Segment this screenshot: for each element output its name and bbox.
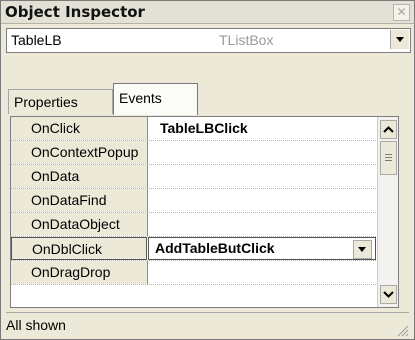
component-selector-dropdown-button[interactable] <box>390 30 409 49</box>
event-handler-cell[interactable] <box>148 261 376 284</box>
event-name: OnDblClick <box>32 241 103 257</box>
component-name: TableLB <box>11 32 62 48</box>
component-class: TListBox <box>219 32 274 48</box>
event-name: OnContextPopup <box>31 144 139 160</box>
close-button[interactable]: ✕ <box>393 4 410 21</box>
event-handler-cell[interactable] <box>148 189 376 212</box>
event-row-ondragdrop[interactable]: OnDragDrop <box>11 261 398 285</box>
tab-events[interactable]: Events <box>113 83 198 115</box>
event-row-oncontextpopup[interactable]: OnContextPopup <box>11 141 398 165</box>
event-name-cell: OnDataObject <box>11 213 148 236</box>
scroll-thumb[interactable] <box>380 141 397 175</box>
event-name-cell: OnContextPopup <box>11 141 148 164</box>
resize-grip-icon[interactable] <box>395 323 409 337</box>
event-name-cell: OnClick <box>11 117 148 140</box>
grip-line <box>385 160 392 161</box>
event-handler-editor[interactable]: AddTableButClick <box>148 237 376 260</box>
event-name-cell: OnDataFind <box>11 189 148 212</box>
event-row-ondatafind[interactable]: OnDataFind <box>11 189 398 213</box>
object-inspector-window: Object Inspector ✕ TableLB TListBox Prop… <box>0 0 415 340</box>
event-name: OnDataObject <box>31 216 120 232</box>
grip-line <box>385 154 392 155</box>
event-row-ondata[interactable]: OnData <box>11 165 398 189</box>
status-bar: All shown <box>6 312 409 337</box>
event-handler: TableLBClick <box>160 120 248 136</box>
vertical-scrollbar[interactable] <box>377 117 398 307</box>
event-name: OnData <box>31 168 80 184</box>
component-selector[interactable]: TableLB TListBox <box>6 28 411 53</box>
event-handler-cell[interactable]: TableLBClick <box>148 117 376 140</box>
close-icon: ✕ <box>396 5 407 19</box>
event-handler: AddTableButClick <box>155 240 275 256</box>
tab-properties[interactable]: Properties <box>8 89 113 114</box>
chevron-down-icon <box>383 291 394 298</box>
event-name: OnDragDrop <box>31 264 111 280</box>
scroll-down-button[interactable] <box>380 285 397 304</box>
status-text: All shown <box>6 317 66 333</box>
grip-line <box>385 157 392 158</box>
event-name: OnClick <box>31 120 81 136</box>
event-name-cell: OnData <box>11 165 148 188</box>
event-row-ondataobject[interactable]: OnDataObject <box>11 213 398 237</box>
event-row-onclick[interactable]: OnClick TableLBClick <box>11 117 398 141</box>
tab-properties-label: Properties <box>14 94 78 110</box>
events-grid: OnClick TableLBClick OnContextPopup OnDa… <box>10 116 399 308</box>
chevron-down-icon <box>358 247 366 252</box>
scroll-up-button[interactable] <box>380 120 397 139</box>
event-row-ondblclick[interactable]: OnDblClick AddTableButClick <box>11 237 398 261</box>
event-handler-cell[interactable] <box>148 213 376 236</box>
handler-dropdown-button[interactable] <box>353 240 372 259</box>
event-name-cell: OnDblClick <box>11 237 147 260</box>
chevron-down-icon <box>396 37 404 42</box>
event-handler-cell[interactable] <box>148 141 376 164</box>
tab-events-label: Events <box>119 90 162 106</box>
event-name: OnDataFind <box>31 192 107 208</box>
window-title: Object Inspector <box>5 3 145 21</box>
event-name-cell: OnDragDrop <box>11 261 148 284</box>
title-bar[interactable]: Object Inspector ✕ <box>1 1 414 24</box>
chevron-up-icon <box>383 126 394 133</box>
event-handler-cell[interactable] <box>148 165 376 188</box>
